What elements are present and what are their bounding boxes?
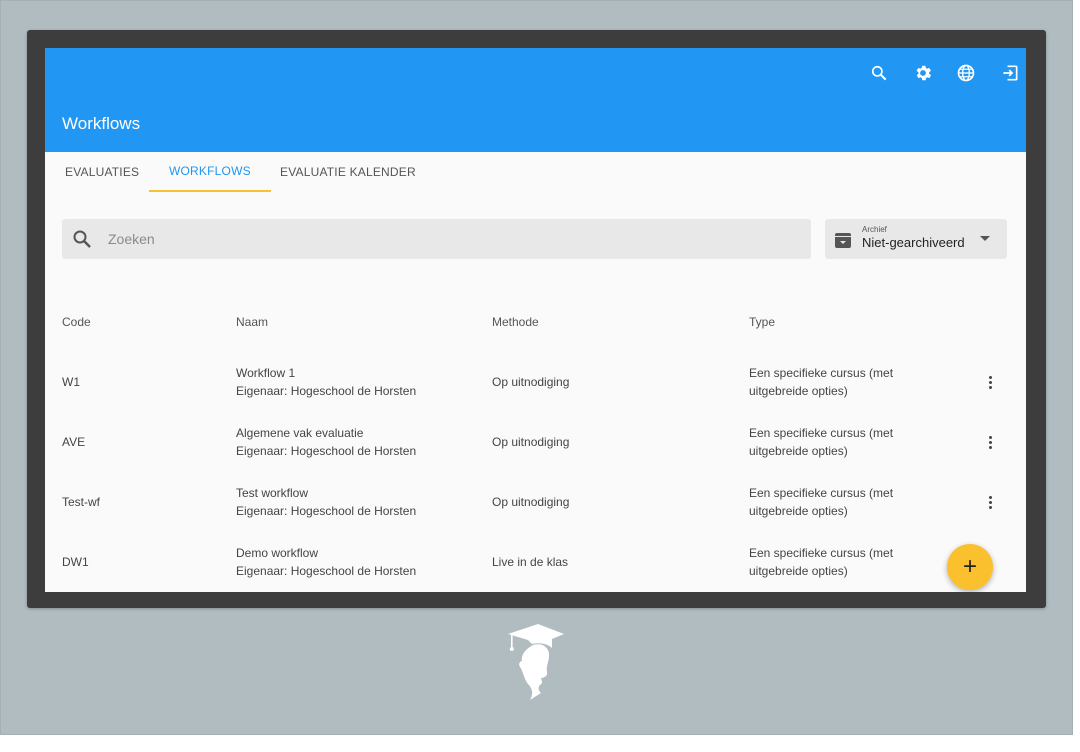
- archive-label: Archief: [862, 225, 887, 234]
- more-vert-icon[interactable]: [980, 492, 1000, 512]
- page-title: Workflows: [62, 114, 141, 133]
- archive-select[interactable]: Archief Niet-gearchiveerd: [825, 219, 1007, 259]
- column-header-methode: Methode: [492, 315, 539, 329]
- row-name: Demo workflow: [236, 546, 319, 560]
- settings-icon[interactable]: [911, 61, 935, 85]
- tab-bar: EVALUATIES WORKFLOWS EVALUATIE KALENDER: [45, 152, 1026, 192]
- app-screen: Workflows EVALUATIES WORKFLOWS EVALUATIE…: [45, 48, 1026, 592]
- search-field-icon: [70, 227, 94, 251]
- row-type: Een specifieke cursus (met: [749, 486, 894, 500]
- column-header-naam: Naam: [236, 315, 269, 329]
- row-type-cont: uitgebreide opties): [749, 384, 848, 398]
- add-workflow-button[interactable]: +: [947, 544, 993, 590]
- tab-evaluaties[interactable]: EVALUATIES: [45, 152, 159, 192]
- row-method: Op uitnodiging: [492, 375, 570, 389]
- row-type-cont: uitgebreide opties): [749, 504, 848, 518]
- row-method: Op uitnodiging: [492, 435, 570, 449]
- row-owner: Eigenaar: Hogeschool de Horsten: [236, 444, 417, 458]
- row-type: Een specifieke cursus (met: [749, 546, 894, 560]
- column-header-type: Type: [749, 315, 776, 329]
- archive-icon: [835, 233, 851, 248]
- app-bar: Workflows: [45, 48, 1026, 152]
- row-name: Algemene vak evaluatie: [236, 426, 364, 440]
- row-code: AVE: [62, 435, 86, 449]
- row-owner: Eigenaar: Hogeschool de Horsten: [236, 564, 417, 578]
- column-header-code: Code: [62, 315, 91, 329]
- row-type-cont: uitgebreide opties): [749, 444, 848, 458]
- row-code: DW1: [62, 555, 89, 569]
- logout-icon[interactable]: [998, 61, 1022, 85]
- row-owner: Eigenaar: Hogeschool de Horsten: [236, 384, 417, 398]
- row-method: Live in de klas: [492, 555, 569, 569]
- search-bar: [62, 219, 811, 259]
- more-vert-icon[interactable]: [980, 432, 1000, 452]
- tab-workflows[interactable]: WORKFLOWS: [149, 152, 271, 192]
- row-owner: Eigenaar: Hogeschool de Horsten: [236, 504, 417, 518]
- archive-value: Niet-gearchiveerd: [862, 235, 965, 250]
- row-type-cont: uitgebreide opties): [749, 564, 848, 578]
- language-icon[interactable]: [954, 61, 978, 85]
- row-name: Test workflow: [236, 486, 309, 500]
- row-method: Op uitnodiging: [492, 495, 570, 509]
- search-input[interactable]: [108, 219, 798, 259]
- tab-evaluatie-kalender[interactable]: EVALUATIE KALENDER: [260, 152, 436, 192]
- search-icon[interactable]: [867, 61, 891, 85]
- row-code: Test-wf: [62, 495, 101, 509]
- row-name: Workflow 1: [236, 366, 296, 380]
- chevron-down-icon: [980, 236, 990, 241]
- row-type: Een specifieke cursus (met: [749, 366, 894, 380]
- row-code: W1: [62, 375, 80, 389]
- more-vert-icon[interactable]: [980, 372, 1000, 392]
- graduate-silhouette-logo: [500, 620, 570, 706]
- row-type: Een specifieke cursus (met: [749, 426, 894, 440]
